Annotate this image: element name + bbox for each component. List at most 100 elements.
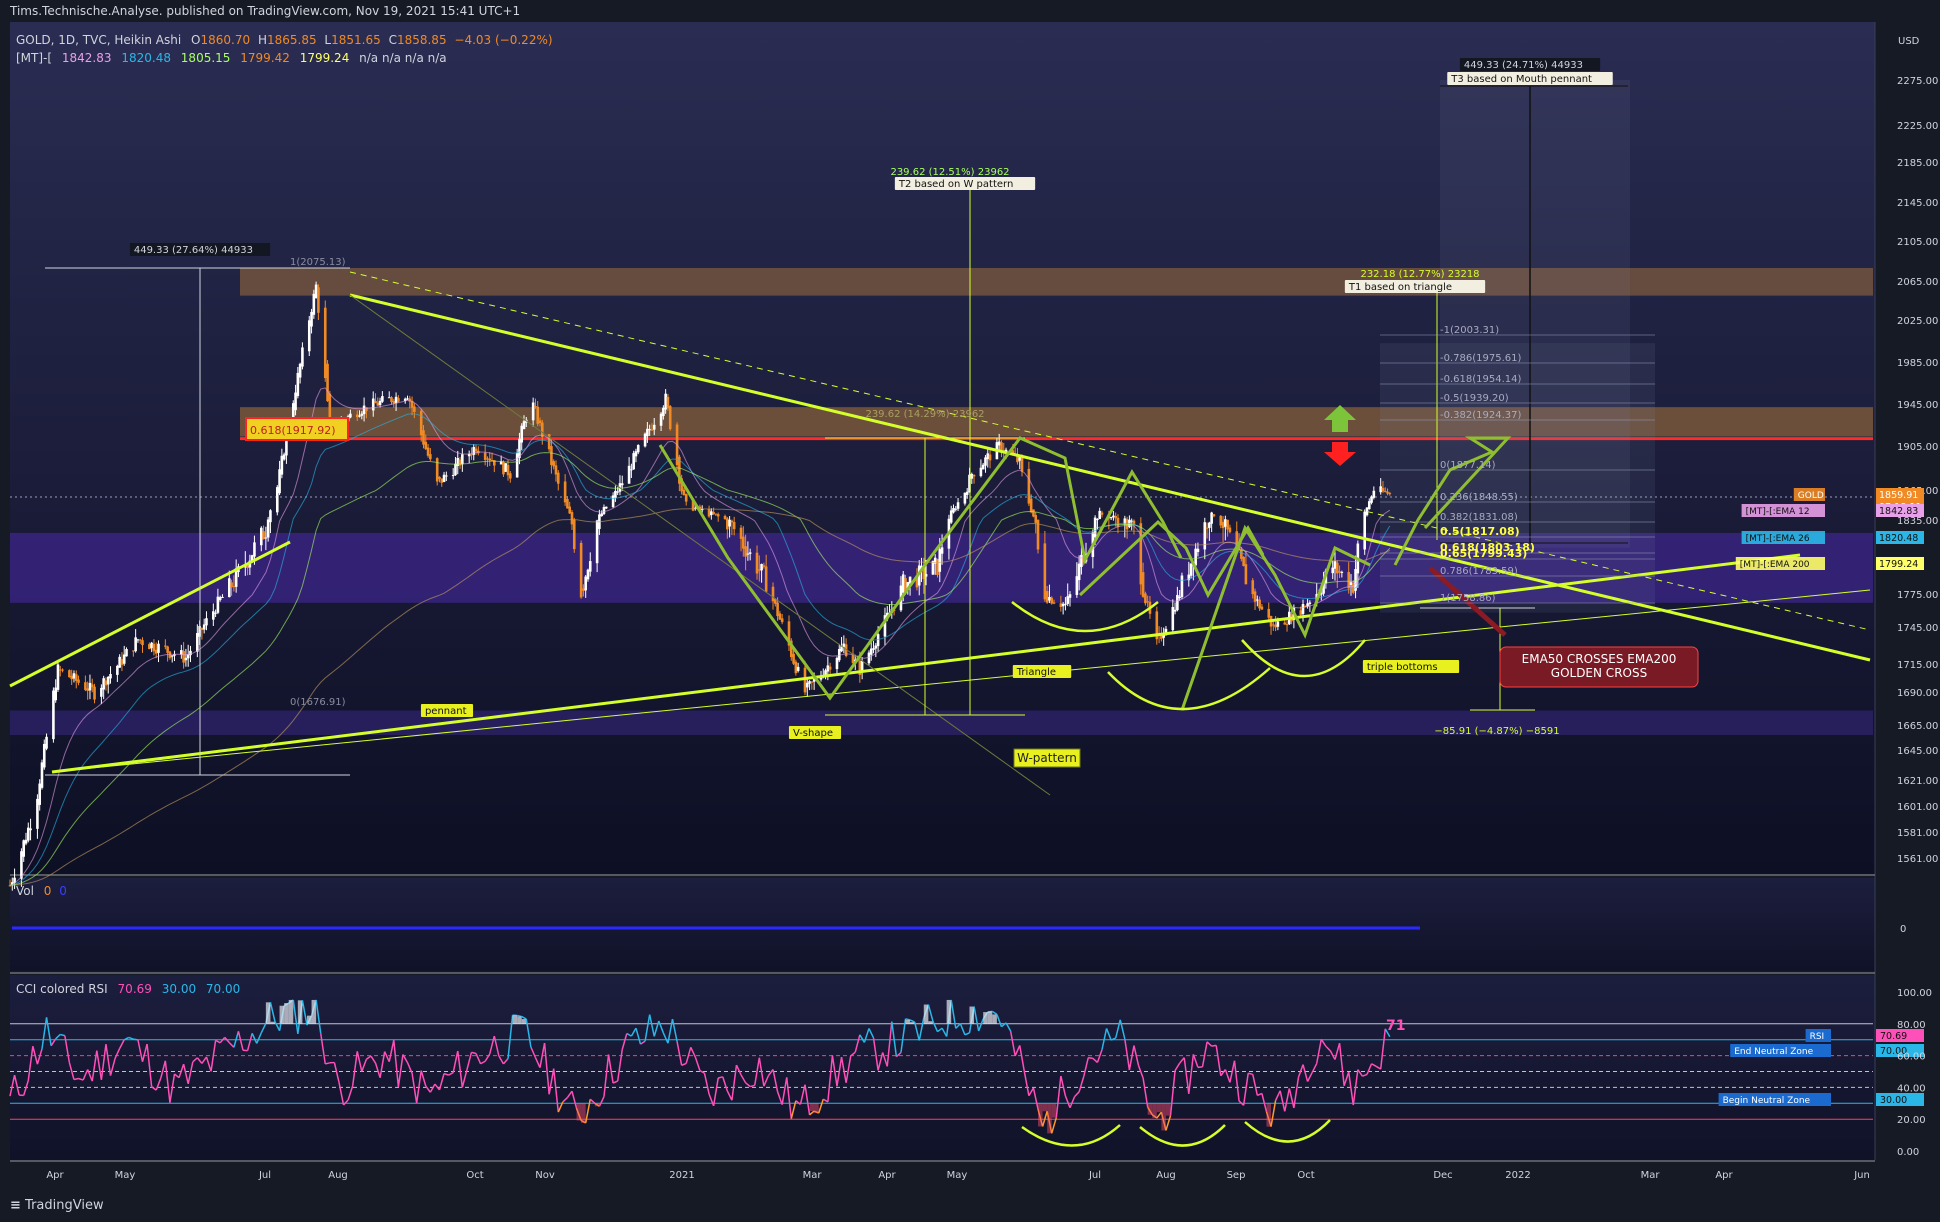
candle-body: [666, 396, 670, 409]
candle-body: [1244, 564, 1248, 585]
time-axis-label: Mar: [1641, 1170, 1661, 1181]
candle-body: [662, 407, 665, 417]
candle-body: [122, 654, 126, 664]
symbol-legend[interactable]: GOLD, 1D, TVC, Heikin Ashi O1860.70 H186…: [16, 33, 553, 47]
candle-body: [538, 420, 542, 424]
candle-body: [632, 453, 635, 470]
candle-body: [1301, 604, 1305, 614]
mt-ema26: 1820.48: [121, 51, 171, 65]
vol-title: Vol: [16, 884, 34, 898]
candle-body: [29, 828, 32, 831]
annotation-left-measure: 449.33 (27.64%) 44933: [134, 245, 253, 256]
candle-body: [93, 686, 96, 700]
candle-body: [970, 473, 974, 479]
candle-body: [570, 512, 574, 525]
mt-legend[interactable]: [MT]-[ 1842.83 1820.48 1805.15 1799.42 1…: [16, 51, 447, 65]
candle-body: [1208, 522, 1211, 528]
candle-body: [1379, 486, 1382, 493]
candle-body: [1226, 519, 1229, 530]
fib-level-label: 0(1877.14): [1440, 460, 1496, 471]
candle-body: [180, 650, 183, 655]
vol-value-2: 0: [59, 884, 67, 898]
rsi-tick-label: 80.00: [1897, 1020, 1926, 1031]
candle-body: [643, 433, 647, 447]
candle-body: [378, 400, 382, 406]
candle-body: [148, 644, 151, 650]
candle-body: [712, 512, 715, 515]
candle-body: [24, 839, 28, 844]
candle-body: [264, 537, 268, 539]
candle-body: [1050, 597, 1054, 604]
mt-label: [MT]-[: [16, 51, 53, 65]
candle-body: [1228, 527, 1232, 533]
price-tick-label: 1581.00: [1897, 828, 1938, 839]
volume-pane[interactable]: [10, 878, 1875, 971]
candle-body: [141, 640, 144, 646]
candle-body: [1349, 582, 1353, 586]
rsi-overbought-fill: [521, 1019, 527, 1024]
candle-body: [579, 542, 583, 598]
candle-body: [954, 508, 958, 510]
candle-body: [296, 372, 300, 397]
candle-body: [616, 491, 619, 493]
candle-body: [1212, 514, 1216, 517]
mt-ema200: 1799.24: [299, 51, 350, 65]
candle-body: [84, 682, 87, 690]
candle-body: [419, 410, 423, 436]
candle-body: [794, 661, 798, 674]
candle-body: [45, 736, 48, 749]
candle-body: [301, 347, 304, 367]
tradingview-logo[interactable]: ≡ TradingView: [10, 1198, 104, 1213]
candle-body: [620, 483, 624, 486]
candle-body: [52, 690, 55, 740]
candle-body: [828, 666, 832, 670]
candle-body: [310, 311, 313, 327]
time-axis-label: Oct: [1297, 1170, 1314, 1181]
candle-body: [1027, 468, 1031, 504]
candle-body: [184, 657, 188, 661]
candle-body: [1196, 548, 1200, 553]
candle-body: [376, 402, 380, 406]
candle-body: [221, 596, 224, 598]
rsi-oversold-fill: [1161, 1103, 1166, 1131]
candle-body: [451, 475, 455, 477]
candle-body: [461, 454, 464, 465]
candle-body: [360, 413, 364, 416]
candle-body: [1276, 621, 1280, 627]
candle-body: [981, 464, 985, 470]
candle-body: [435, 458, 439, 482]
candle-body: [901, 574, 905, 593]
gold-chart[interactable]: -1(2003.31) -0.786(1975.61) -0.618(1954.14…: [0, 0, 1940, 1222]
rsi-tag-value: 70.69: [1880, 1031, 1907, 1042]
label-v-shape: V-shape: [793, 728, 833, 739]
price-tick-label: 2145.00: [1897, 198, 1938, 209]
candle-body: [600, 513, 603, 517]
candle-body: [965, 491, 969, 495]
symbol-line: GOLD, 1D, TVC, Heikin Ashi: [16, 33, 182, 47]
rsi-tick-label: 0.00: [1897, 1147, 1919, 1158]
candle-body: [554, 465, 558, 475]
price-tick-label: 2185.00: [1897, 158, 1938, 169]
candle-body: [232, 586, 236, 588]
candle-body: [760, 564, 763, 571]
candle-body: [269, 510, 272, 523]
rsi-oversold-fill: [1147, 1103, 1153, 1115]
candle-body: [86, 688, 89, 691]
candle-body: [1260, 606, 1264, 610]
rsi-overbought-fill: [270, 1021, 275, 1024]
rsi-legend[interactable]: CCI colored RSI 70.69 30.00 70.00: [16, 982, 240, 996]
candle-body: [810, 681, 814, 683]
mt-ema12: 1842.83: [61, 51, 112, 65]
candle-body: [100, 687, 103, 697]
time-axis-label: Apr: [46, 1170, 64, 1181]
price-tag-name: [MT]-[:EMA 26: [1746, 534, 1810, 544]
candle-body: [104, 680, 108, 686]
time-axis-label: May: [115, 1170, 136, 1181]
vol-legend[interactable]: Vol 0 0: [16, 884, 67, 898]
price-tag-value: 1842.83: [1879, 506, 1918, 517]
candle-body: [458, 459, 462, 466]
candle-body: [808, 681, 811, 684]
candle-body: [307, 320, 311, 352]
candle-body: [20, 851, 23, 879]
candle-body: [170, 655, 174, 657]
